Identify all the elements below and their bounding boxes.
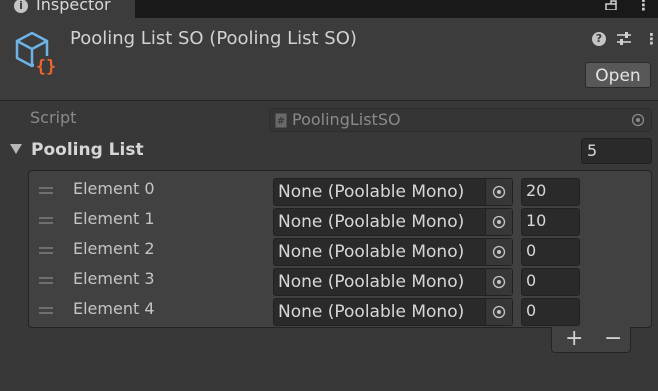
- pool-count-field[interactable]: 0: [521, 298, 580, 326]
- object-picker-button[interactable]: [485, 269, 512, 295]
- svg-text:#: #: [277, 116, 285, 127]
- object-field-value: None (Poolable Mono): [278, 182, 465, 202]
- object-picker-button[interactable]: [485, 209, 512, 235]
- tab-inspector[interactable]: i Inspector: [0, 0, 135, 18]
- drag-handle-icon[interactable]: [39, 307, 53, 317]
- svg-text:{}: {}: [36, 57, 56, 76]
- window-tab-bar: i Inspector ⋮: [0, 0, 658, 18]
- list-element: Element 4 None (Poolable Mono) 0: [29, 293, 653, 326]
- element-label: Element 4: [73, 299, 155, 318]
- scriptable-object-icon: {}: [15, 31, 58, 76]
- object-picker-icon: [492, 245, 506, 259]
- list-element: Element 1 None (Poolable Mono) 10: [29, 203, 653, 236]
- drag-handle-icon[interactable]: [39, 277, 53, 287]
- script-file-icon: #: [275, 113, 287, 128]
- add-element-button[interactable]: +: [565, 327, 583, 351]
- pool-count-field[interactable]: 0: [521, 268, 580, 296]
- object-field-value: None (Poolable Mono): [278, 302, 465, 322]
- list-element: Element 3 None (Poolable Mono) 0: [29, 263, 653, 296]
- object-picker-button[interactable]: [485, 239, 512, 265]
- drag-handle-icon[interactable]: [39, 217, 53, 227]
- presets-icon[interactable]: [615, 30, 633, 48]
- script-value: PoolingListSO: [292, 110, 401, 129]
- window-menu-kebab-icon[interactable]: ⋮: [636, 0, 651, 13]
- script-field[interactable]: # PoolingListSO: [269, 108, 652, 132]
- tab-title: Inspector: [36, 0, 111, 14]
- pool-count-field[interactable]: 0: [521, 238, 580, 266]
- drag-handle-icon[interactable]: [39, 247, 53, 257]
- poolable-object-field[interactable]: None (Poolable Mono): [273, 238, 513, 266]
- object-field-value: None (Poolable Mono): [278, 212, 465, 232]
- list-element: Element 2 None (Poolable Mono) 0: [29, 233, 653, 266]
- pooling-list-label[interactable]: Pooling List: [31, 140, 144, 160]
- pool-count-field[interactable]: 20: [521, 178, 580, 206]
- element-label: Element 0: [73, 179, 155, 198]
- object-field-value: None (Poolable Mono): [278, 272, 465, 292]
- object-title: Pooling List SO (Pooling List SO): [70, 28, 357, 49]
- drag-handle-icon[interactable]: [39, 187, 53, 197]
- poolable-object-field[interactable]: None (Poolable Mono): [273, 298, 513, 326]
- list-element: Element 0 None (Poolable Mono) 20: [29, 173, 653, 206]
- poolable-object-field[interactable]: None (Poolable Mono): [273, 268, 513, 296]
- object-picker-icon: [492, 215, 506, 229]
- object-picker-icon: [492, 185, 506, 199]
- element-label: Element 1: [73, 209, 155, 228]
- lock-icon[interactable]: [605, 0, 617, 10]
- open-button[interactable]: Open: [585, 62, 651, 88]
- info-icon: i: [14, 0, 28, 13]
- script-label: Script: [30, 108, 77, 127]
- component-menu-kebab-icon[interactable]: ⋮: [644, 30, 658, 48]
- object-picker-button[interactable]: [485, 299, 512, 325]
- inspector-header: {} Pooling List SO (Pooling List SO) ? ⋮…: [0, 18, 658, 101]
- object-field-value: None (Poolable Mono): [278, 242, 465, 262]
- object-picker-icon[interactable]: [631, 113, 645, 127]
- poolable-object-field[interactable]: None (Poolable Mono): [273, 208, 513, 236]
- remove-element-button[interactable]: −: [604, 327, 622, 351]
- pool-count-field[interactable]: 10: [521, 208, 580, 236]
- help-icon[interactable]: ?: [592, 32, 606, 46]
- list-footer-buttons: + −: [551, 327, 631, 353]
- object-picker-button[interactable]: [485, 179, 512, 205]
- element-label: Element 2: [73, 239, 155, 258]
- list-size-field[interactable]: 5: [581, 138, 652, 164]
- object-picker-icon: [492, 305, 506, 319]
- object-picker-icon: [492, 275, 506, 289]
- pooling-list-box: Element 0 None (Poolable Mono) 20 Elemen…: [28, 170, 652, 328]
- foldout-arrow-icon[interactable]: [10, 144, 22, 154]
- poolable-object-field[interactable]: None (Poolable Mono): [273, 178, 513, 206]
- element-label: Element 3: [73, 269, 155, 288]
